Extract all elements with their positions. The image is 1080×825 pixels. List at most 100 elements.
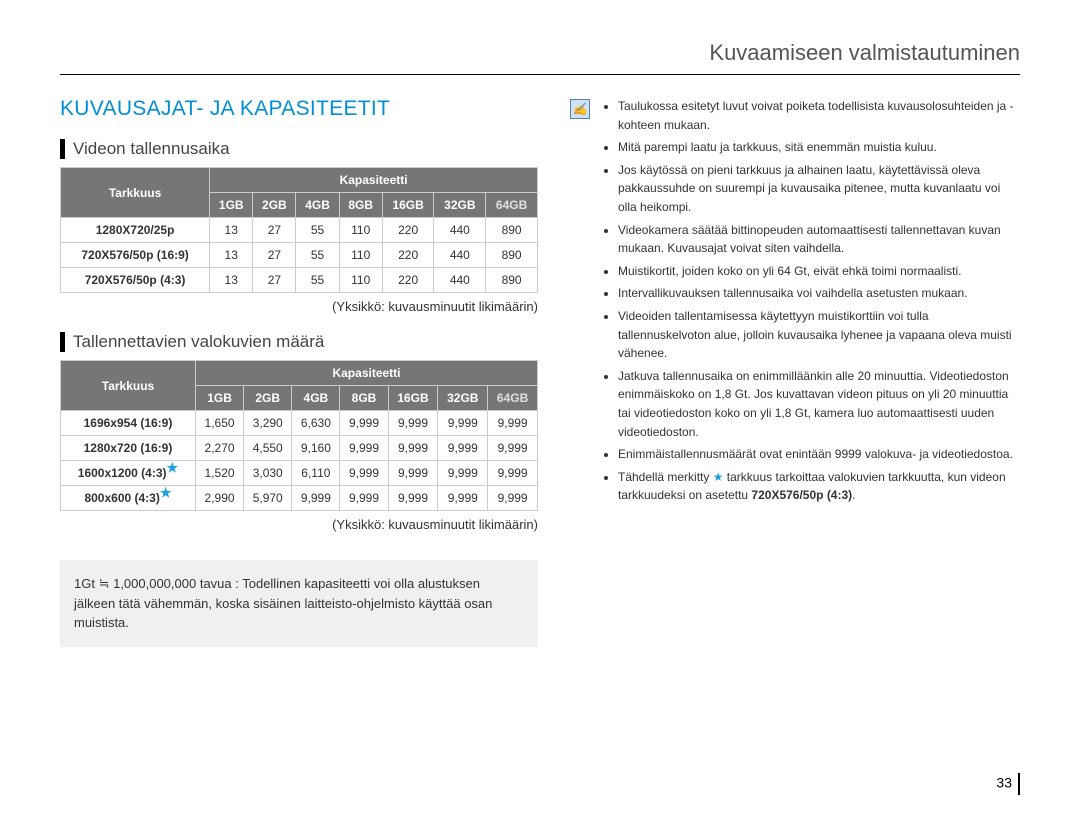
cell: 6,630 (292, 411, 340, 436)
cell: 440 (434, 218, 486, 243)
note-item: Enimmäistallennusmäärät ovat enintään 99… (618, 445, 1020, 464)
cell: 9,999 (488, 436, 538, 461)
cell: 9,999 (340, 411, 388, 436)
cap-header: 32GB (438, 386, 488, 411)
cell: 9,999 (388, 436, 438, 461)
row-label: 1280x720 (16:9) (61, 436, 196, 461)
photo-subheading: Tallennettavien valokuvien määrä (60, 332, 538, 352)
col-kapasiteetti: Kapasiteetti (195, 361, 537, 386)
col-kapasiteetti: Kapasiteetti (210, 168, 538, 193)
cap-header: 4GB (296, 193, 339, 218)
cap-header: 64GB (486, 193, 538, 218)
cell: 13 (210, 218, 253, 243)
cell: 13 (210, 268, 253, 293)
cell: 27 (253, 243, 296, 268)
row-label: 1280X720/25p (61, 218, 210, 243)
photo-table: Tarkkuus Kapasiteetti 1GB2GB4GB8GB16GB32… (60, 360, 538, 511)
cell: 1,520 (195, 461, 243, 486)
cell: 110 (339, 243, 382, 268)
table-row: 1280X720/25p132755110220440890 (61, 218, 538, 243)
cell: 2,990 (195, 486, 243, 511)
cell: 9,999 (340, 436, 388, 461)
cap-header: 4GB (292, 386, 340, 411)
table-row: 1280x720 (16:9)2,2704,5509,1609,9999,999… (61, 436, 538, 461)
video-unit-note: (Yksikkö: kuvausminuutit likimäärin) (60, 299, 538, 314)
cell: 110 (339, 218, 382, 243)
cell: 220 (382, 268, 434, 293)
note-item-star: Tähdellä merkitty ★ tarkkuus tarkoittaa … (618, 468, 1020, 505)
section-heading: KUVAUSAJAT- JA KAPASITEETIT (60, 97, 538, 121)
note-item: Intervallikuvauksen tallennusaika voi va… (618, 284, 1020, 303)
notes-list: Taulukossa esitetyt luvut voivat poiketa… (600, 97, 1020, 509)
cap-header: 8GB (340, 386, 388, 411)
cell: 4,550 (244, 436, 292, 461)
col-tarkkuus: Tarkkuus (61, 361, 196, 411)
cell: 9,999 (488, 486, 538, 511)
col-tarkkuus: Tarkkuus (61, 168, 210, 218)
note-item: Taulukossa esitetyt luvut voivat poiketa… (618, 97, 1020, 134)
cell: 9,999 (488, 411, 538, 436)
cell: 55 (296, 268, 339, 293)
cell: 440 (434, 243, 486, 268)
photo-heading-text: Tallennettavien valokuvien määrä (73, 332, 324, 352)
note-item: Mitä parempi laatu ja tarkkuus, sitä ene… (618, 138, 1020, 157)
row-label: 720X576/50p (4:3) (61, 268, 210, 293)
cell: 890 (486, 268, 538, 293)
cell: 9,999 (292, 486, 340, 511)
capacity-footnote-box: 1Gt ≒ 1,000,000,000 tavua : Todellinen k… (60, 560, 538, 647)
cap-header: 2GB (253, 193, 296, 218)
cell: 5,970 (244, 486, 292, 511)
cell: 220 (382, 243, 434, 268)
cell: 220 (382, 218, 434, 243)
note-item: Videokamera säätää bittinopeuden automaa… (618, 221, 1020, 258)
row-label: 1696x954 (16:9) (61, 411, 196, 436)
cell: 2,270 (195, 436, 243, 461)
note-icon: ✍ (570, 99, 590, 119)
cell: 9,160 (292, 436, 340, 461)
cell: 9,999 (438, 436, 488, 461)
cell: 9,999 (438, 461, 488, 486)
table-row: 1696x954 (16:9)1,6503,2906,6309,9999,999… (61, 411, 538, 436)
star-icon: ★ (167, 460, 179, 475)
cell: 890 (486, 243, 538, 268)
note-item: Muistikortit, joiden koko on yli 64 Gt, … (618, 262, 1020, 281)
page-number: 33 (996, 773, 1020, 795)
cell: 3,290 (244, 411, 292, 436)
table-row: 1600x1200 (4:3)★1,5203,0306,1109,9999,99… (61, 461, 538, 486)
cell: 110 (339, 268, 382, 293)
table-row: 720X576/50p (16:9)132755110220440890 (61, 243, 538, 268)
note-bold-resolution: 720X576/50p (4:3) (751, 488, 852, 502)
cell: 27 (253, 218, 296, 243)
row-label: 1600x1200 (4:3)★ (61, 461, 196, 486)
video-table: Tarkkuus Kapasiteetti 1GB2GB4GB8GB16GB32… (60, 167, 538, 293)
cell: 9,999 (488, 461, 538, 486)
cell: 9,999 (388, 486, 438, 511)
cell: 440 (434, 268, 486, 293)
cell: 9,999 (340, 461, 388, 486)
table-row: 800x600 (4:3)★2,9905,9709,9999,9999,9999… (61, 486, 538, 511)
cell: 13 (210, 243, 253, 268)
cell: 27 (253, 268, 296, 293)
cap-header: 1GB (195, 386, 243, 411)
cap-header: 8GB (339, 193, 382, 218)
row-label: 800x600 (4:3)★ (61, 486, 196, 511)
cell: 55 (296, 218, 339, 243)
accent-bar (60, 332, 65, 352)
cell: 9,999 (388, 461, 438, 486)
cell: 9,999 (438, 486, 488, 511)
row-label: 720X576/50p (16:9) (61, 243, 210, 268)
cell: 1,650 (195, 411, 243, 436)
cap-header: 16GB (382, 193, 434, 218)
note-item: Jatkuva tallennusaika on enimmilläänkin … (618, 367, 1020, 441)
cell: 6,110 (292, 461, 340, 486)
note-item: Jos käytössä on pieni tarkkuus ja alhain… (618, 161, 1020, 217)
note-item: Videoiden tallentamisessa käytettyyn mui… (618, 307, 1020, 363)
star-icon: ★ (713, 470, 724, 484)
cap-header: 32GB (434, 193, 486, 218)
photo-unit-note: (Yksikkö: kuvausminuutit likimäärin) (60, 517, 538, 532)
table-row: 720X576/50p (4:3)132755110220440890 (61, 268, 538, 293)
accent-bar (60, 139, 65, 159)
cell: 9,999 (388, 411, 438, 436)
page-title: Kuvaamiseen valmistautuminen (60, 40, 1020, 75)
cap-header: 16GB (388, 386, 438, 411)
